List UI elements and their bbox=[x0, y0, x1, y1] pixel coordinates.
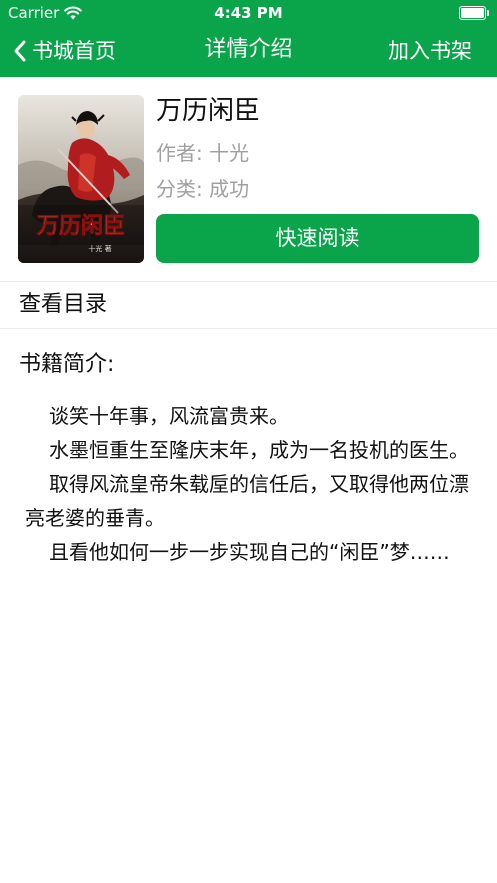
quick-read-button[interactable]: 快速阅读 bbox=[156, 214, 479, 263]
intro-paragraph: 且看他如何一步一步实现自己的“闲臣”梦…… bbox=[49, 540, 450, 564]
book-detail-screen: Carrier 4:43 PM 书城首页 详情介绍 加入书架 万历闲臣 十光 著… bbox=[0, 0, 497, 883]
book-info: 万历闲臣 十光 著 万历闲臣 作者: 十光 分类: 成功 快速阅读 bbox=[0, 77, 497, 281]
intro-paragraph: 水墨恒重生至隆庆末年，成为一名投机的医生。 bbox=[49, 438, 469, 462]
battery-icon bbox=[459, 6, 489, 20]
status-bar: Carrier 4:43 PM bbox=[0, 0, 497, 26]
status-time: 4:43 PM bbox=[214, 4, 283, 22]
header: Carrier 4:43 PM 书城首页 详情介绍 加入书架 bbox=[0, 0, 497, 77]
view-toc-row[interactable]: 查看目录 bbox=[0, 282, 497, 328]
book-author: 作者: 十光 bbox=[156, 141, 250, 165]
navigation-bar: 书城首页 详情介绍 加入书架 bbox=[0, 26, 497, 77]
intro-paragraph: 取得风流皇帝朱载垕的信任后，又取得他两位漂亮老婆的垂青。 bbox=[25, 472, 469, 530]
book-cover: 万历闲臣 十光 著 bbox=[18, 95, 144, 263]
cover-author: 十光 著 bbox=[88, 244, 111, 253]
book-cover-art: 万历闲臣 十光 著 bbox=[18, 95, 144, 263]
intro-heading: 书籍简介: bbox=[19, 352, 115, 377]
book-category: 分类: 成功 bbox=[156, 177, 250, 201]
divider bbox=[0, 328, 497, 329]
intro-body: 谈笑十年事，风流富贵来。 水墨恒重生至隆庆末年，成为一名投机的医生。 取得风流皇… bbox=[25, 399, 475, 569]
book-title: 万历闲臣 bbox=[156, 96, 261, 126]
add-to-shelf-button[interactable]: 加入书架 bbox=[388, 37, 472, 65]
intro-paragraph: 谈笑十年事，风流富贵来。 bbox=[49, 404, 289, 428]
view-toc-label: 查看目录 bbox=[19, 292, 108, 317]
cover-title: 万历闲臣 bbox=[36, 213, 125, 239]
